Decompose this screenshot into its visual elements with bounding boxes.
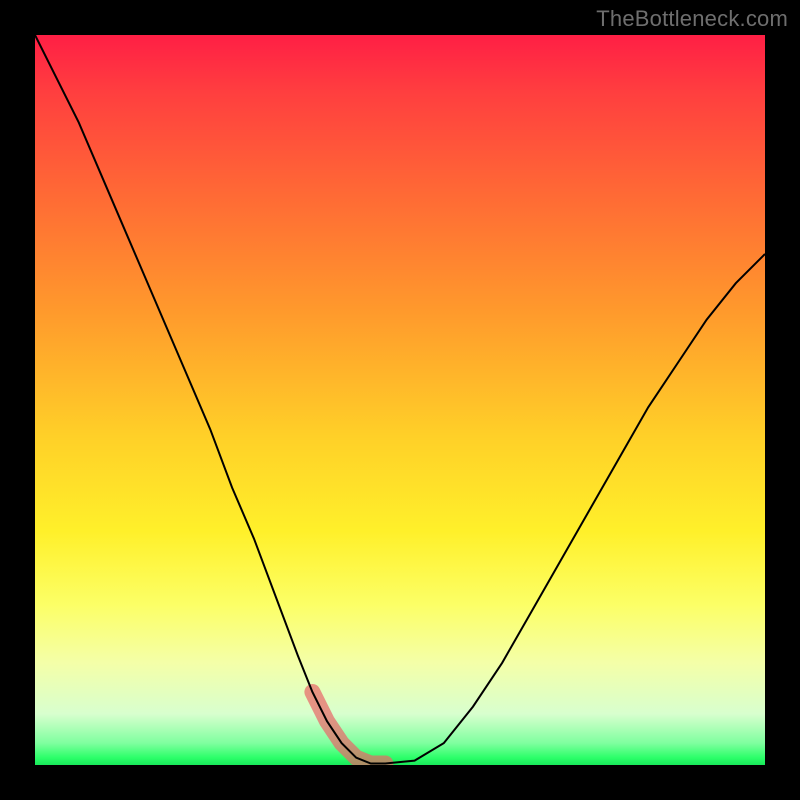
watermark-text: TheBottleneck.com — [596, 6, 788, 32]
bottleneck-curve — [35, 35, 765, 765]
plot-area — [35, 35, 765, 765]
chart-frame: TheBottleneck.com — [0, 0, 800, 800]
